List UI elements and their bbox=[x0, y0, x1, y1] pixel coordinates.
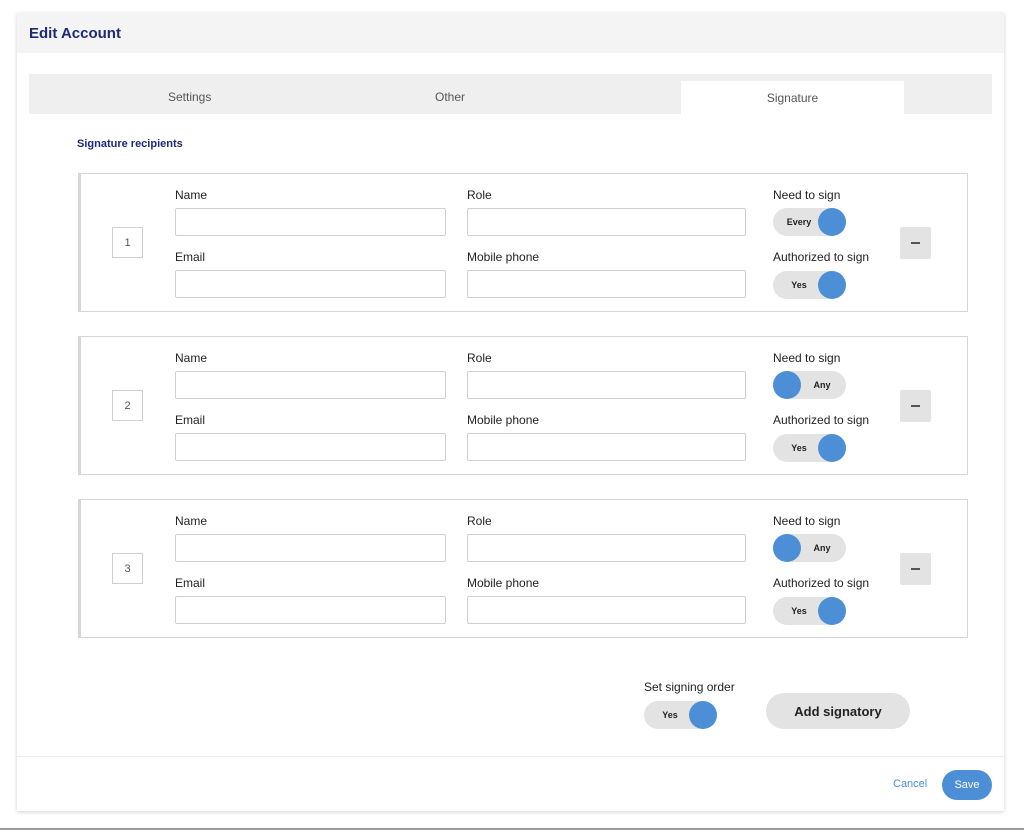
name-input[interactable] bbox=[175, 208, 446, 236]
remove-recipient-button[interactable] bbox=[900, 390, 931, 422]
remove-recipient-button[interactable] bbox=[900, 227, 931, 259]
recipient-number: 3 bbox=[112, 553, 143, 584]
email-input[interactable] bbox=[175, 433, 446, 461]
need-to-sign-toggle[interactable]: Every bbox=[773, 208, 846, 236]
role-label: Role bbox=[467, 188, 492, 202]
name-input[interactable] bbox=[175, 371, 446, 399]
role-label: Role bbox=[467, 351, 492, 365]
tab-signature[interactable]: Signature bbox=[681, 81, 904, 114]
email-label: Email bbox=[175, 576, 206, 590]
signing-order-toggle[interactable]: Yes bbox=[644, 701, 717, 729]
name-label: Name bbox=[175, 351, 208, 365]
name-input[interactable] bbox=[175, 534, 446, 562]
tab-signature-label: Signature bbox=[766, 90, 819, 105]
role-label: Role bbox=[467, 514, 492, 528]
modal-header: Edit Account bbox=[17, 13, 1004, 53]
recipient-number: 1 bbox=[112, 227, 143, 258]
recipient-number: 2 bbox=[112, 390, 143, 421]
recipient-card-3: 3 Name Role Email Mobile phone Need to s… bbox=[78, 499, 968, 638]
minus-icon bbox=[911, 568, 920, 570]
name-label: Name bbox=[175, 514, 208, 528]
need-to-sign-value: Any bbox=[813, 543, 831, 553]
toggle-knob bbox=[773, 534, 801, 562]
mobile-phone-input[interactable] bbox=[467, 596, 746, 624]
email-input[interactable] bbox=[175, 596, 446, 624]
toggle-knob bbox=[818, 208, 846, 236]
toggle-knob bbox=[818, 434, 846, 462]
mobile-phone-label: Mobile phone bbox=[467, 413, 540, 427]
toggle-knob bbox=[818, 271, 846, 299]
tab-bar: Settings Other Signature bbox=[29, 74, 992, 114]
minus-icon bbox=[911, 405, 920, 407]
authorized-to-sign-toggle[interactable]: Yes bbox=[773, 434, 846, 462]
authorized-to-sign-toggle[interactable]: Yes bbox=[773, 271, 846, 299]
footer-divider bbox=[17, 756, 1004, 757]
need-to-sign-label: Need to sign bbox=[773, 351, 841, 365]
tab-settings[interactable]: Settings bbox=[168, 90, 211, 104]
mobile-phone-input[interactable] bbox=[467, 433, 746, 461]
name-label: Name bbox=[175, 188, 208, 202]
authorized-to-sign-label: Authorized to sign bbox=[773, 576, 870, 590]
section-title: Signature recipients bbox=[77, 138, 183, 150]
email-input[interactable] bbox=[175, 270, 446, 298]
signing-order-label: Set signing order bbox=[644, 680, 735, 694]
mobile-phone-label: Mobile phone bbox=[467, 576, 540, 590]
role-input[interactable] bbox=[467, 371, 746, 399]
role-input[interactable] bbox=[467, 208, 746, 236]
edit-account-modal: Edit Account Settings Other Signature Si… bbox=[17, 13, 1004, 811]
role-input[interactable] bbox=[467, 534, 746, 562]
toggle-knob bbox=[773, 371, 801, 399]
remove-recipient-button[interactable] bbox=[900, 553, 931, 585]
toggle-knob bbox=[689, 701, 717, 729]
cancel-button[interactable]: Cancel bbox=[893, 778, 927, 790]
authorized-to-sign-label: Authorized to sign bbox=[773, 413, 870, 427]
save-button[interactable]: Save bbox=[942, 770, 992, 800]
mobile-phone-label: Mobile phone bbox=[467, 250, 540, 264]
mobile-phone-input[interactable] bbox=[467, 270, 746, 298]
need-to-sign-toggle[interactable]: Any bbox=[773, 371, 846, 399]
need-to-sign-label: Need to sign bbox=[773, 188, 841, 202]
add-signatory-button[interactable]: Add signatory bbox=[766, 693, 910, 729]
email-label: Email bbox=[175, 413, 206, 427]
need-to-sign-value: Any bbox=[813, 380, 831, 390]
modal-title: Edit Account bbox=[29, 24, 121, 42]
authorized-to-sign-label: Authorized to sign bbox=[773, 250, 870, 264]
tab-other[interactable]: Other bbox=[435, 90, 465, 104]
authorized-to-sign-toggle[interactable]: Yes bbox=[773, 597, 846, 625]
toggle-knob bbox=[818, 597, 846, 625]
need-to-sign-toggle[interactable]: Any bbox=[773, 534, 846, 562]
recipient-card-1: 1 Name Role Email Mobile phone Need to s… bbox=[78, 173, 968, 312]
minus-icon bbox=[911, 242, 920, 244]
need-to-sign-label: Need to sign bbox=[773, 514, 841, 528]
recipient-card-2: 2 Name Role Email Mobile phone Need to s… bbox=[78, 336, 968, 475]
email-label: Email bbox=[175, 250, 206, 264]
